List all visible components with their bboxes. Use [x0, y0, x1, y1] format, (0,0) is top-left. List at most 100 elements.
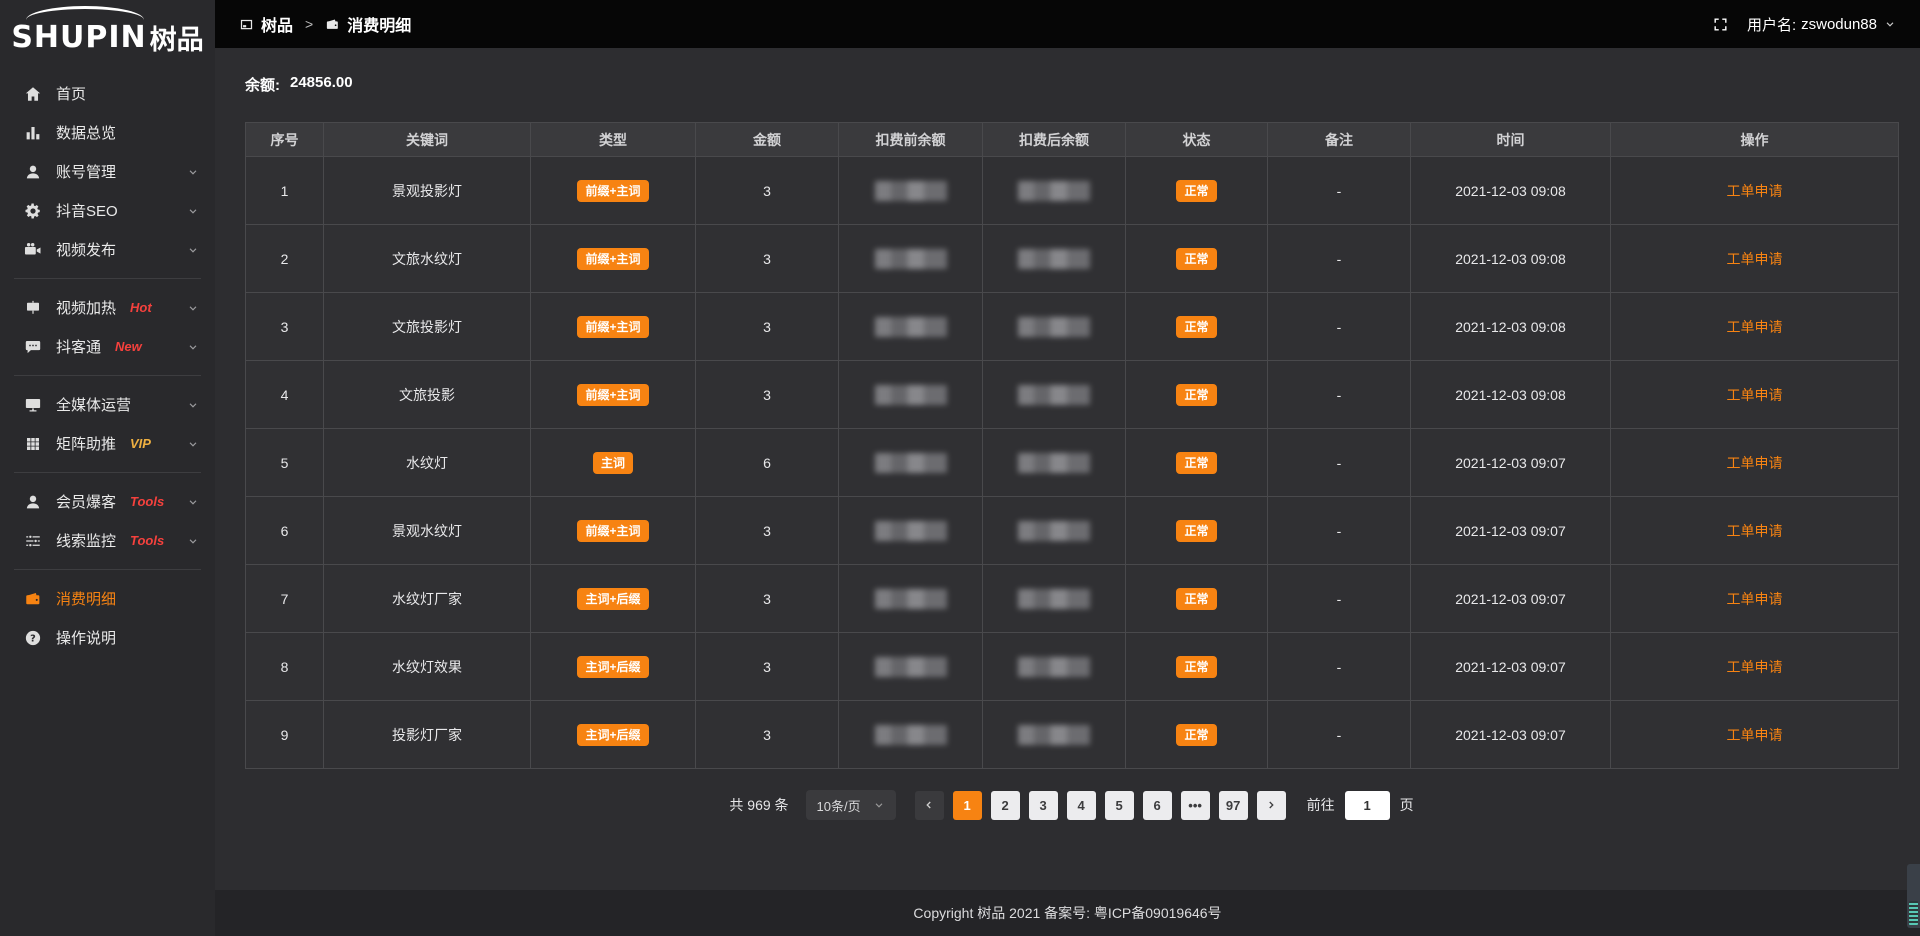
page-button-2[interactable]: 2: [991, 791, 1020, 820]
sidebar-item-label: 操作说明: [56, 627, 116, 648]
masked-balance-before: [875, 317, 947, 337]
sidebar-item-data-overview[interactable]: 数据总览: [0, 113, 215, 152]
masked-balance-before: [875, 181, 947, 201]
chevron-down-icon: [187, 205, 199, 217]
sidebar-item-leads-monitor[interactable]: 线索监控Tools: [0, 521, 215, 560]
chevron-left-icon: [923, 799, 935, 811]
table-row: 7水纹灯厂家主词+后缀3正常-2021-12-03 09:07工单申请: [246, 565, 1899, 633]
goto-suffix: 页: [1400, 795, 1414, 815]
sidebar-item-douyin-seo[interactable]: 抖音SEO: [0, 191, 215, 230]
topbar: 树品 > 消费明细 用户名: zswodun88: [215, 0, 1920, 48]
cell-time: 2021-12-03 09:08: [1411, 293, 1611, 361]
page-button-4[interactable]: 4: [1067, 791, 1096, 820]
grid-icon: [24, 435, 42, 453]
more-pages-button[interactable]: •••: [1181, 791, 1210, 820]
pagination-total: 共 969 条: [729, 795, 788, 815]
page-button-97[interactable]: 97: [1219, 791, 1248, 820]
floating-widget[interactable]: [1907, 864, 1920, 928]
column-header: 时间: [1411, 123, 1611, 157]
user-menu[interactable]: 用户名: zswodun88: [1747, 14, 1896, 35]
fullscreen-icon[interactable]: [1712, 16, 1729, 33]
breadcrumb-separator: >: [305, 16, 313, 32]
cell-action: 工单申请: [1611, 361, 1899, 429]
page-size-select[interactable]: 10条/页: [806, 790, 896, 820]
type-badge: 主词+后缀: [577, 656, 648, 678]
cell-index: 4: [246, 361, 324, 429]
goto-page-input[interactable]: [1345, 791, 1390, 820]
next-page-button[interactable]: [1257, 791, 1286, 820]
masked-balance-after: [1018, 249, 1090, 269]
sidebar-item-doukertong[interactable]: 抖客通New: [0, 327, 215, 366]
cell-index: 3: [246, 293, 324, 361]
work-order-link[interactable]: 工单申请: [1727, 251, 1783, 267]
work-order-link[interactable]: 工单申请: [1727, 455, 1783, 471]
cell-keyword: 水纹灯效果: [324, 633, 531, 701]
cell-index: 5: [246, 429, 324, 497]
sliders-icon: [24, 532, 42, 550]
type-badge: 前缀+主词: [577, 180, 648, 202]
sidebar-menu: 首页数据总览账号管理抖音SEO视频发布视频加热Hot抖客通New 全媒体运营矩阵助…: [0, 64, 215, 657]
cell-balance-before: [839, 225, 983, 293]
cell-keyword: 文旅水纹灯: [324, 225, 531, 293]
goto-page: 前往 页: [1307, 791, 1414, 820]
sidebar-item-account-manage[interactable]: 账号管理: [0, 152, 215, 191]
sidebar-item-consume-detail[interactable]: 消费明细: [0, 579, 215, 618]
work-order-link[interactable]: 工单申请: [1727, 727, 1783, 743]
breadcrumb-root[interactable]: 树品: [261, 12, 293, 36]
cell-status: 正常: [1126, 429, 1268, 497]
logo-arc: [26, 6, 144, 20]
cell-balance-before: [839, 429, 983, 497]
sidebar-item-label: 线索监控: [56, 530, 116, 551]
cell-remark: -: [1268, 225, 1411, 293]
masked-balance-before: [875, 589, 947, 609]
work-order-link[interactable]: 工单申请: [1727, 523, 1783, 539]
sidebar-item-home[interactable]: 首页: [0, 74, 215, 113]
type-badge: 前缀+主词: [577, 316, 648, 338]
sidebar-item-video-heat[interactable]: 视频加热Hot: [0, 288, 215, 327]
page-buttons: 123456 ••• 97: [915, 791, 1286, 820]
work-order-link[interactable]: 工单申请: [1727, 319, 1783, 335]
masked-balance-after: [1018, 181, 1090, 201]
cell-time: 2021-12-03 09:07: [1411, 701, 1611, 769]
cell-balance-after: [983, 701, 1126, 769]
sidebar-item-help[interactable]: ?操作说明: [0, 618, 215, 657]
wallet-icon: [24, 590, 42, 608]
cell-balance-after: [983, 293, 1126, 361]
prev-page-button[interactable]: [915, 791, 944, 820]
masked-balance-before: [875, 453, 947, 473]
masked-balance-after: [1018, 453, 1090, 473]
copyright-text: Copyright 树品 2021 备案号: 粤ICP备09019646号: [913, 903, 1221, 923]
masked-balance-after: [1018, 725, 1090, 745]
cell-balance-before: [839, 701, 983, 769]
monitor-icon: [24, 396, 42, 414]
widget-stripes: [1909, 901, 1918, 925]
work-order-link[interactable]: 工单申请: [1727, 387, 1783, 403]
bar-chart-icon: [24, 124, 42, 142]
cell-amount: 3: [696, 633, 839, 701]
balance-value: 24856.00: [290, 74, 353, 95]
sidebar-item-video-publish[interactable]: 视频发布: [0, 230, 215, 269]
sidebar-item-media-operation[interactable]: 全媒体运营: [0, 385, 215, 424]
page-button-3[interactable]: 3: [1029, 791, 1058, 820]
cell-type: 主词+后缀: [531, 633, 696, 701]
table-row: 1景观投影灯前缀+主词3正常-2021-12-03 09:08工单申请: [246, 157, 1899, 225]
cell-remark: -: [1268, 157, 1411, 225]
sidebar-item-member-burst[interactable]: 会员爆客Tools: [0, 482, 215, 521]
cell-remark: -: [1268, 701, 1411, 769]
panel-icon: [239, 17, 254, 32]
page-button-5[interactable]: 5: [1105, 791, 1134, 820]
table-row: 3文旅投影灯前缀+主词3正常-2021-12-03 09:08工单申请: [246, 293, 1899, 361]
work-order-link[interactable]: 工单申请: [1727, 659, 1783, 675]
sidebar-item-matrix-boost[interactable]: 矩阵助推VIP: [0, 424, 215, 463]
chevron-down-icon: [187, 341, 199, 353]
work-order-link[interactable]: 工单申请: [1727, 183, 1783, 199]
page-button-6[interactable]: 6: [1143, 791, 1172, 820]
page-button-1[interactable]: 1: [953, 791, 982, 820]
cell-status: 正常: [1126, 293, 1268, 361]
video-camera-icon: [24, 241, 42, 259]
chevron-down-icon: [187, 166, 199, 178]
work-order-link[interactable]: 工单申请: [1727, 591, 1783, 607]
cell-remark: -: [1268, 633, 1411, 701]
sidebar-item-label: 抖客通: [56, 336, 101, 357]
cell-status: 正常: [1126, 633, 1268, 701]
